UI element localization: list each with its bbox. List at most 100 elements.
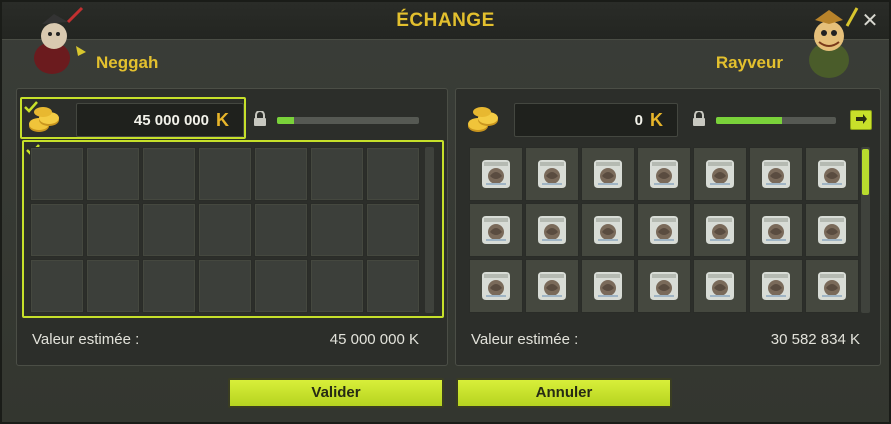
left-grid-slot[interactable] — [254, 259, 308, 313]
right-grid-slot[interactable] — [749, 259, 803, 313]
left-grid-slot[interactable] — [310, 147, 364, 201]
kamas-k-icon: K — [650, 110, 663, 130]
kamas-k-icon: K — [216, 110, 229, 130]
right-trade-panel: 0 K Valeur estimée : 30 582 834 K — [455, 88, 881, 366]
left-grid-slot[interactable] — [86, 147, 140, 201]
right-grid-slot[interactable] — [469, 203, 523, 257]
scroll-parchment-icon — [818, 272, 846, 300]
right-grid-slot[interactable] — [749, 147, 803, 201]
left-estimated-label: Valeur estimée : — [32, 331, 140, 348]
right-grid-slot[interactable] — [805, 203, 859, 257]
lock-icon — [693, 111, 705, 126]
arrow-icon — [856, 114, 867, 124]
scroll-parchment-icon — [482, 216, 510, 244]
left-kamas-field[interactable]: 45 000 000 K — [76, 103, 244, 137]
left-grid-slot[interactable] — [198, 259, 252, 313]
right-grid-slot[interactable] — [637, 203, 691, 257]
left-grid-slot[interactable] — [198, 203, 252, 257]
left-grid-slot[interactable] — [30, 259, 84, 313]
scroll-parchment-icon — [538, 272, 566, 300]
scroll-parchment-icon — [538, 216, 566, 244]
right-grid-slot[interactable] — [469, 147, 523, 201]
right-estimated-value: 30 582 834 K — [770, 331, 860, 348]
kamas-coin-icon — [29, 107, 59, 132]
scroll-parchment-icon — [762, 160, 790, 188]
right-grid-slot[interactable] — [637, 259, 691, 313]
left-grid-slot[interactable] — [254, 203, 308, 257]
left-grid-slot[interactable] — [30, 203, 84, 257]
right-grid-slot[interactable] — [805, 259, 859, 313]
right-grid-slot[interactable] — [693, 203, 747, 257]
right-grid-slot[interactable] — [469, 259, 523, 313]
right-player-name: Rayveur — [715, 53, 783, 72]
right-scrollbar[interactable] — [861, 147, 870, 313]
scroll-parchment-icon — [594, 272, 622, 300]
right-scroll-thumb[interactable] — [862, 149, 869, 195]
title-bar: ÉCHANGE ✕ — [2, 2, 889, 40]
scroll-parchment-icon — [706, 160, 734, 188]
kamas-coin-icon — [468, 107, 498, 132]
right-item-grid — [469, 147, 859, 313]
right-grid-slot[interactable] — [749, 203, 803, 257]
scroll-parchment-icon — [762, 272, 790, 300]
left-scrollbar[interactable] — [425, 147, 434, 313]
left-player-name: Neggah — [96, 53, 159, 72]
left-grid-slot[interactable] — [198, 147, 252, 201]
window-title: ÉCHANGE — [396, 10, 495, 31]
right-grid-slot[interactable] — [805, 147, 859, 201]
left-grid-slot[interactable] — [254, 147, 308, 201]
cancel-button[interactable]: Annuler — [456, 378, 672, 408]
right-player-avatar — [809, 7, 859, 78]
left-ready-bar — [277, 117, 419, 124]
left-grid-slot[interactable] — [86, 259, 140, 313]
left-grid-slot[interactable] — [366, 259, 420, 313]
left-estimated-value: 45 000 000 K — [329, 331, 419, 348]
exchange-window: ÉCHANGE ✕ Neggah Rayveur 45 000 000 K Va… — [0, 0, 891, 424]
scroll-parchment-icon — [706, 216, 734, 244]
right-kamas-value: 0 — [634, 111, 643, 129]
right-ready-fill — [716, 117, 782, 124]
left-ready-fill — [277, 117, 295, 124]
left-grid-slot[interactable] — [366, 203, 420, 257]
scroll-parchment-icon — [650, 160, 678, 188]
scroll-parchment-icon — [706, 272, 734, 300]
scroll-parchment-icon — [538, 160, 566, 188]
lock-icon[interactable] — [253, 111, 267, 127]
left-trade-panel: 45 000 000 K Valeur estimée : 45 000 000… — [16, 88, 448, 366]
left-grid-slot[interactable] — [142, 147, 196, 201]
scroll-parchment-icon — [762, 216, 790, 244]
right-grid-slot[interactable] — [693, 147, 747, 201]
right-estimated-label: Valeur estimée : — [471, 331, 579, 348]
left-grid-slot[interactable] — [30, 147, 84, 201]
right-ready-bar — [716, 117, 836, 124]
validate-button[interactable]: Valider — [228, 378, 444, 408]
right-grid-slot[interactable] — [581, 259, 635, 313]
scroll-parchment-icon — [650, 216, 678, 244]
left-item-grid — [30, 147, 420, 313]
right-grid-slot[interactable] — [525, 203, 579, 257]
left-grid-slot[interactable] — [142, 259, 196, 313]
left-grid-slot[interactable] — [310, 259, 364, 313]
scroll-parchment-icon — [594, 216, 622, 244]
scroll-parchment-icon — [650, 272, 678, 300]
close-icon[interactable]: ✕ — [859, 10, 881, 32]
right-grid-slot[interactable] — [693, 259, 747, 313]
scroll-parchment-icon — [482, 160, 510, 188]
scroll-parchment-icon — [482, 272, 510, 300]
left-grid-slot[interactable] — [86, 203, 140, 257]
left-grid-slot[interactable] — [142, 203, 196, 257]
right-grid-slot[interactable] — [581, 203, 635, 257]
scroll-parchment-icon — [818, 216, 846, 244]
scroll-parchment-icon — [594, 160, 622, 188]
left-kamas-value: 45 000 000 — [133, 111, 209, 129]
left-grid-slot[interactable] — [310, 203, 364, 257]
right-grid-slot[interactable] — [525, 147, 579, 201]
scroll-parchment-icon — [818, 160, 846, 188]
right-grid-slot[interactable] — [637, 147, 691, 201]
left-player-avatar — [34, 6, 86, 74]
left-grid-slot[interactable] — [366, 147, 420, 201]
right-kamas-field: 0 K — [514, 103, 678, 137]
right-grid-slot[interactable] — [581, 147, 635, 201]
toggle-view-button[interactable] — [850, 110, 872, 130]
right-grid-slot[interactable] — [525, 259, 579, 313]
